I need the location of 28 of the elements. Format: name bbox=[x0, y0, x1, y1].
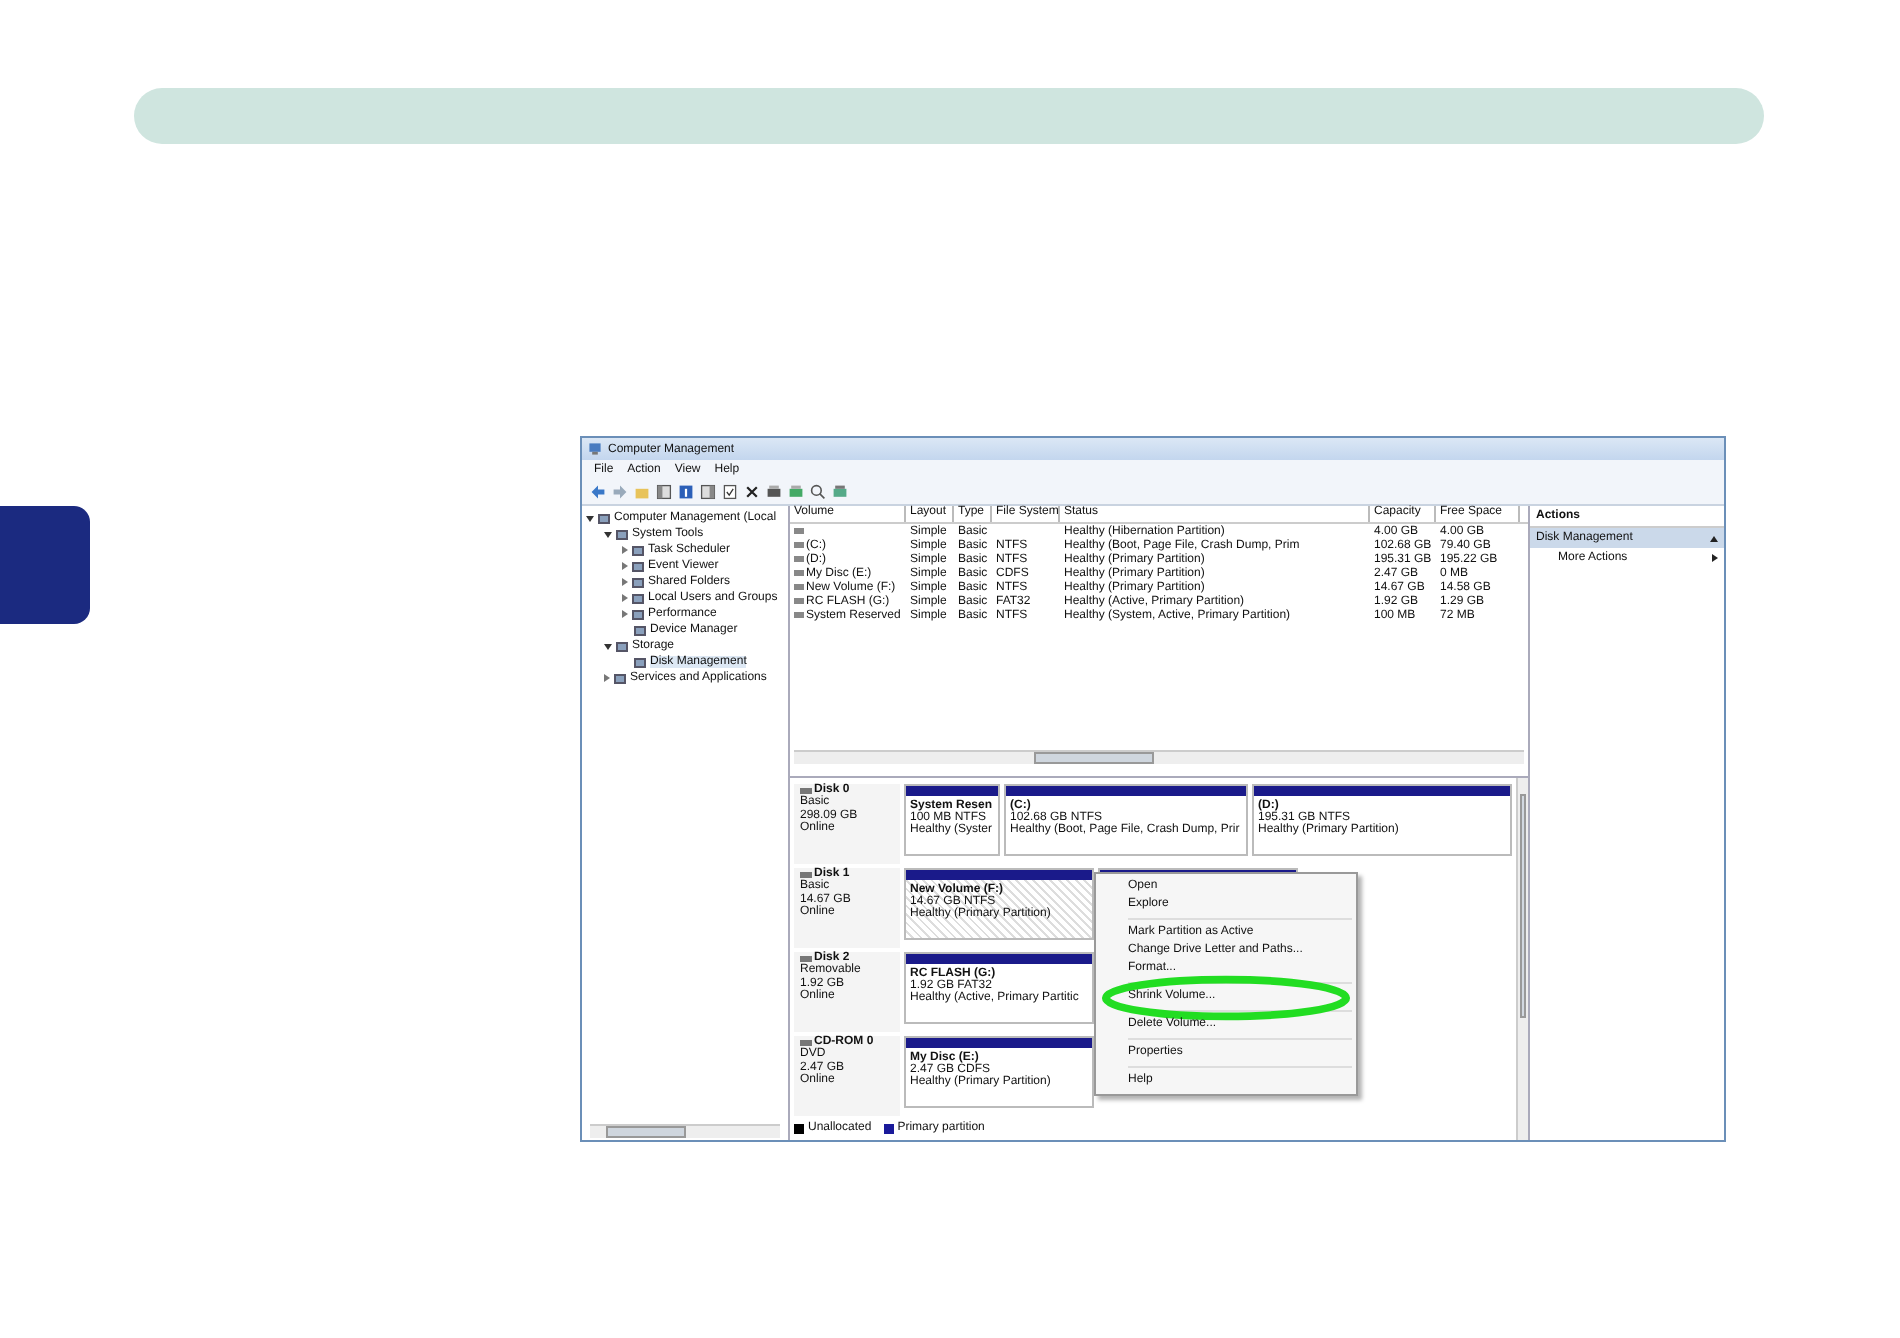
tree-node-icon bbox=[616, 641, 628, 651]
submenu-arrow-icon bbox=[1712, 554, 1718, 562]
delete-icon[interactable] bbox=[744, 483, 760, 499]
drive-icon bbox=[800, 955, 812, 961]
scrollbar[interactable] bbox=[590, 1124, 780, 1138]
tree-node-icon bbox=[598, 513, 610, 523]
back-arrow-icon[interactable] bbox=[590, 483, 606, 499]
tree-node-icon bbox=[632, 561, 644, 571]
tree-node-icon bbox=[632, 577, 644, 587]
tree-node-icon bbox=[632, 609, 644, 619]
help-icon[interactable] bbox=[678, 483, 694, 499]
drive-icon bbox=[800, 1039, 812, 1045]
tree-node-icon bbox=[634, 657, 646, 667]
tree-node-icon bbox=[634, 625, 646, 635]
scrollbar[interactable] bbox=[1516, 778, 1528, 1140]
drive-icon bbox=[800, 787, 812, 793]
tree-node-icon bbox=[614, 673, 626, 683]
checklist-icon[interactable] bbox=[722, 483, 738, 499]
tree-node-icon bbox=[632, 593, 644, 603]
tree-node-icon bbox=[616, 529, 628, 539]
scrollbar[interactable] bbox=[794, 750, 1524, 764]
panel-icon[interactable] bbox=[700, 483, 716, 499]
collapse-icon bbox=[1710, 535, 1718, 541]
search-icon[interactable] bbox=[810, 483, 826, 499]
computer-icon bbox=[588, 442, 602, 456]
panel-icon[interactable] bbox=[656, 483, 672, 499]
drive-icon bbox=[800, 871, 812, 877]
tree-node-icon bbox=[632, 545, 644, 555]
